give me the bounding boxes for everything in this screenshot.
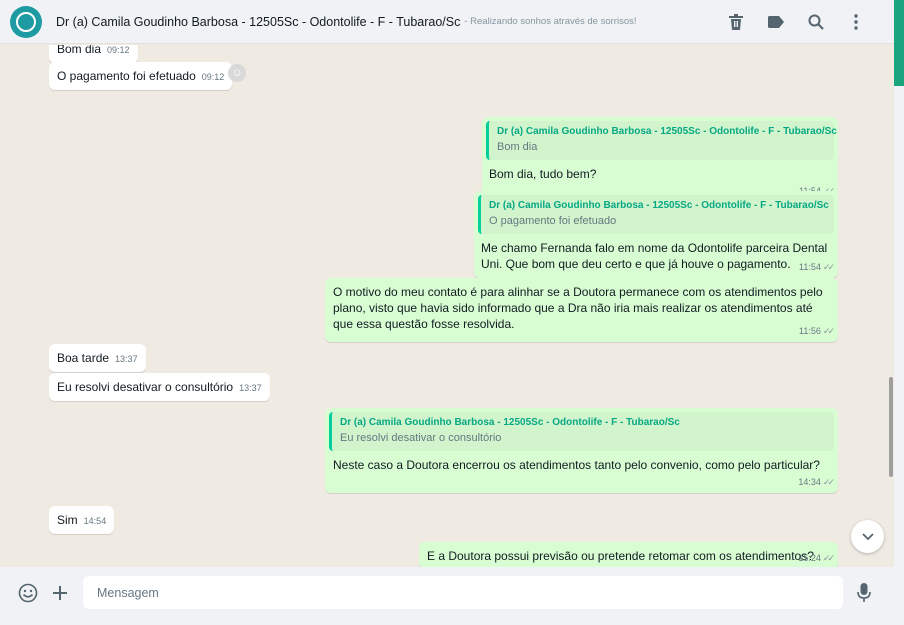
quote-text: Eu resolvi desativar o consultório — [340, 432, 502, 444]
read-receipt-icon: ✓✓ — [822, 326, 835, 336]
chat-messages[interactable]: Bom dia 09:12 O pagamento foi efetuado 09:… — [0, 45, 889, 567]
message-incoming[interactable]: O pagamento foi efetuado 09:12 — [49, 62, 233, 90]
read-receipt-icon: ✓✓ — [822, 262, 835, 272]
message-text: Me chamo Fernanda falo em nome da Odonto… — [481, 241, 828, 271]
quote-text: O pagamento foi efetuado — [489, 215, 617, 227]
chat-header[interactable]: Dr (a) Camila Goudinho Barbosa - 12505Sc… — [0, 0, 894, 44]
message-outgoing[interactable]: Dr (a) Camila Goudinho Barbosa - 12505Sc… — [474, 191, 838, 278]
message-time: 14:54 — [83, 516, 107, 526]
quote-text: Bom dia — [497, 141, 538, 153]
quoted-message[interactable]: Dr (a) Camila Goudinho Barbosa - 12505Sc… — [486, 121, 837, 160]
contact-avatar[interactable] — [10, 5, 42, 38]
message-time: 11:56 — [799, 326, 821, 336]
quote-author: Dr (a) Camila Goudinho Barbosa - 12505Sc… — [497, 126, 837, 137]
message-time: 13:37 — [115, 354, 138, 364]
message-outgoing[interactable]: O motivo do meu contato é para alinhar s… — [325, 278, 838, 342]
quote-author: Dr (a) Camila Goudinho Barbosa - 12505Sc… — [340, 417, 680, 428]
message-input[interactable] — [83, 576, 843, 609]
read-receipt-icon: ✓✓ — [822, 553, 835, 563]
compose-bar — [0, 567, 894, 625]
message-text: Neste caso a Doutora encerrou os atendim… — [333, 458, 820, 472]
emoji-reaction-icon[interactable]: ☺ — [228, 64, 246, 82]
message-text: Bom dia — [57, 45, 102, 56]
message-time: 09:12 — [201, 72, 225, 82]
message-text: O pagamento foi efetuado — [57, 69, 196, 83]
contact-status: - Realizando sonhos através de sorrisos! — [464, 16, 637, 27]
contact-name[interactable]: Dr (a) Camila Goudinho Barbosa - 12505Sc… — [56, 15, 460, 29]
quoted-message[interactable]: Dr (a) Camila Goudinho Barbosa - 12505Sc… — [329, 412, 834, 451]
emoji-icon[interactable] — [14, 579, 42, 607]
quoted-message[interactable]: Dr (a) Camila Goudinho Barbosa - 12505Sc… — [478, 195, 834, 234]
message-incoming[interactable]: Sim 14:54 — [49, 506, 115, 534]
message-text: Eu resolvi desativar o consultório — [57, 380, 234, 394]
message-text: O motivo do meu contato é para alinhar s… — [333, 285, 823, 331]
label-icon[interactable] — [756, 0, 796, 44]
message-incoming[interactable]: Eu resolvi desativar o consultório 13:37 — [49, 373, 270, 401]
message-incoming[interactable]: Boa tarde 13:37 — [49, 344, 146, 372]
message-time: 09:12 — [107, 45, 130, 55]
message-time: 13:37 — [239, 383, 262, 393]
scroll-down-button[interactable] — [851, 520, 884, 553]
trash-icon[interactable] — [716, 0, 756, 44]
menu-icon[interactable] — [836, 0, 876, 44]
microphone-icon[interactable] — [850, 579, 878, 607]
read-receipt-icon: ✓✓ — [822, 477, 835, 487]
search-icon[interactable] — [796, 0, 836, 44]
message-incoming[interactable]: Bom dia 09:12 — [49, 45, 138, 63]
message-text: Bom dia, tudo bem? — [489, 167, 597, 181]
message-text: Sim — [57, 513, 78, 527]
message-time: 11:54 — [799, 262, 821, 272]
message-text: Boa tarde — [57, 351, 110, 365]
quote-author: Dr (a) Camila Goudinho Barbosa - 12505Sc… — [489, 200, 829, 211]
scrollbar-track[interactable] — [894, 0, 904, 625]
attach-plus-icon[interactable] — [46, 579, 74, 607]
chevron-down-icon — [861, 532, 874, 540]
message-time: 14:34 — [798, 477, 821, 487]
message-outgoing[interactable]: Dr (a) Camila Goudinho Barbosa - 12505Sc… — [325, 408, 838, 493]
message-outgoing[interactable]: E a Doutora possui previsão ou pretende … — [419, 542, 838, 567]
scrollbar-accent — [894, 0, 904, 86]
message-text: E a Doutora possui previsão ou pretende … — [427, 549, 814, 563]
scrollbar-thumb[interactable] — [889, 377, 893, 477]
message-outgoing[interactable]: Dr (a) Camila Goudinho Barbosa - 12505Sc… — [482, 117, 838, 202]
message-time: 15:24 — [798, 553, 821, 563]
